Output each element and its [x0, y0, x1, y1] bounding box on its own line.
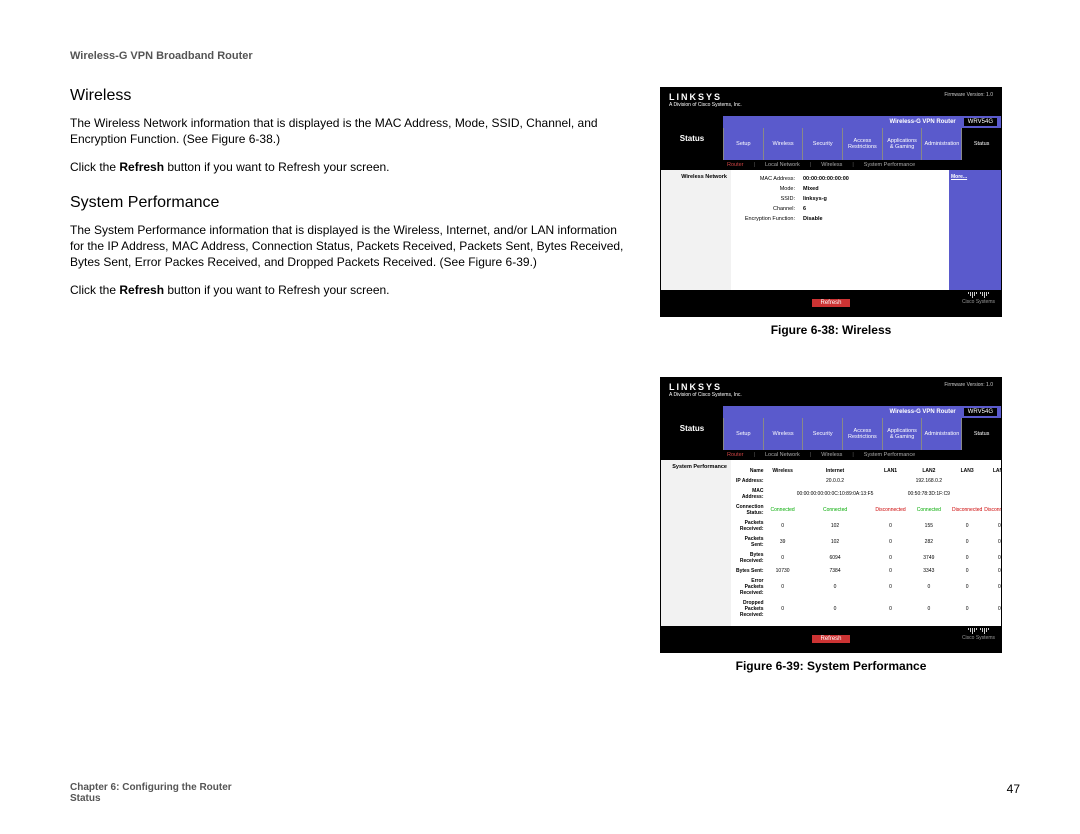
tab-status[interactable]: Status [961, 418, 1001, 450]
perf-info: NameWirelessInternetLAN1LAN2LAN3LAN4IP A… [731, 460, 1002, 626]
section-wireless-p2: Click the Refresh button if you want to … [70, 159, 630, 175]
tab-apps[interactable]: Applications & Gaming [882, 418, 922, 450]
subtab-wireless[interactable]: Wireless [821, 452, 842, 458]
router-title: Wireless-G VPN Router [889, 409, 955, 415]
subtab-sysperf[interactable]: System Performance [864, 162, 915, 168]
section-sysperf-p1: The System Performance information that … [70, 222, 630, 271]
section-wireless-p1: The Wireless Network information that is… [70, 115, 630, 147]
footer-chapter: Chapter 6: Configuring the Router [70, 782, 232, 793]
page-title: Status [661, 406, 723, 450]
tab-setup[interactable]: Setup [723, 418, 763, 450]
cisco-logo: Cisco Systems [962, 628, 995, 641]
subtab-wireless[interactable]: Wireless [821, 162, 842, 168]
subtab-local[interactable]: Local Network [765, 162, 800, 168]
refresh-button[interactable]: Refresh [812, 635, 849, 643]
tab-apps[interactable]: Applications & Gaming [882, 128, 922, 160]
router-model: WRV54G [964, 408, 997, 416]
cisco-logo: Cisco Systems [962, 292, 995, 305]
section-sysperf-title: System Performance [70, 194, 630, 212]
subtab-router[interactable]: Router [727, 452, 744, 458]
tab-setup[interactable]: Setup [723, 128, 763, 160]
router-title: Wireless-G VPN Router [889, 119, 955, 125]
more-link[interactable]: More... [949, 170, 1001, 290]
tab-status[interactable]: Status [961, 128, 1001, 160]
subtab-sysperf[interactable]: System Performance [864, 452, 915, 458]
section-sysperf-p2: Click the Refresh button if you want to … [70, 282, 630, 298]
doc-header: Wireless-G VPN Broadband Router [70, 50, 1020, 62]
tab-access[interactable]: Access Restrictions [842, 128, 882, 160]
subtab-local[interactable]: Local Network [765, 452, 800, 458]
figure-6-39-caption: Figure 6-39: System Performance [660, 659, 1002, 673]
footer: Chapter 6: Configuring the Router Status [70, 782, 232, 804]
refresh-button[interactable]: Refresh [812, 299, 849, 307]
tab-admin[interactable]: Administration [921, 128, 961, 160]
page-title: Status [661, 116, 723, 160]
sub-tabs: Router | Local Network | Wireless | Syst… [661, 160, 1001, 170]
tab-admin[interactable]: Administration [921, 418, 961, 450]
main-tabs: Setup Wireless Security Access Restricti… [723, 128, 1001, 160]
linksys-sub: A Division of Cisco Systems, Inc. [669, 102, 993, 108]
firmware-version: Firmware Version: 1.0 [944, 92, 993, 98]
section-wireless-title: Wireless [70, 87, 630, 105]
side-label: System Performance [661, 460, 731, 626]
tab-security[interactable]: Security [802, 418, 842, 450]
figure-6-38: LINKSYS A Division of Cisco Systems, Inc… [660, 87, 1002, 317]
sub-tabs: Router | Local Network | Wireless | Syst… [661, 450, 1001, 460]
tab-wireless[interactable]: Wireless [763, 418, 803, 450]
left-column: Wireless The Wireless Network informatio… [70, 87, 630, 713]
tab-access[interactable]: Access Restrictions [842, 418, 882, 450]
tab-security[interactable]: Security [802, 128, 842, 160]
wireless-info: MAC Address:00:00:00:00:00:00 Mode:Mixed… [731, 170, 949, 290]
linksys-sub: A Division of Cisco Systems, Inc. [669, 392, 993, 398]
figure-6-39: LINKSYS A Division of Cisco Systems, Inc… [660, 377, 1002, 653]
firmware-version: Firmware Version: 1.0 [944, 382, 993, 388]
tab-wireless[interactable]: Wireless [763, 128, 803, 160]
router-model: WRV54G [964, 118, 997, 126]
footer-sub: Status [70, 793, 232, 804]
page-number: 47 [1007, 782, 1020, 796]
figure-6-38-caption: Figure 6-38: Wireless [660, 323, 1002, 337]
subtab-router[interactable]: Router [727, 162, 744, 168]
side-label: Wireless Network [661, 170, 731, 290]
main-tabs: Setup Wireless Security Access Restricti… [723, 418, 1001, 450]
right-column: LINKSYS A Division of Cisco Systems, Inc… [660, 87, 1002, 713]
